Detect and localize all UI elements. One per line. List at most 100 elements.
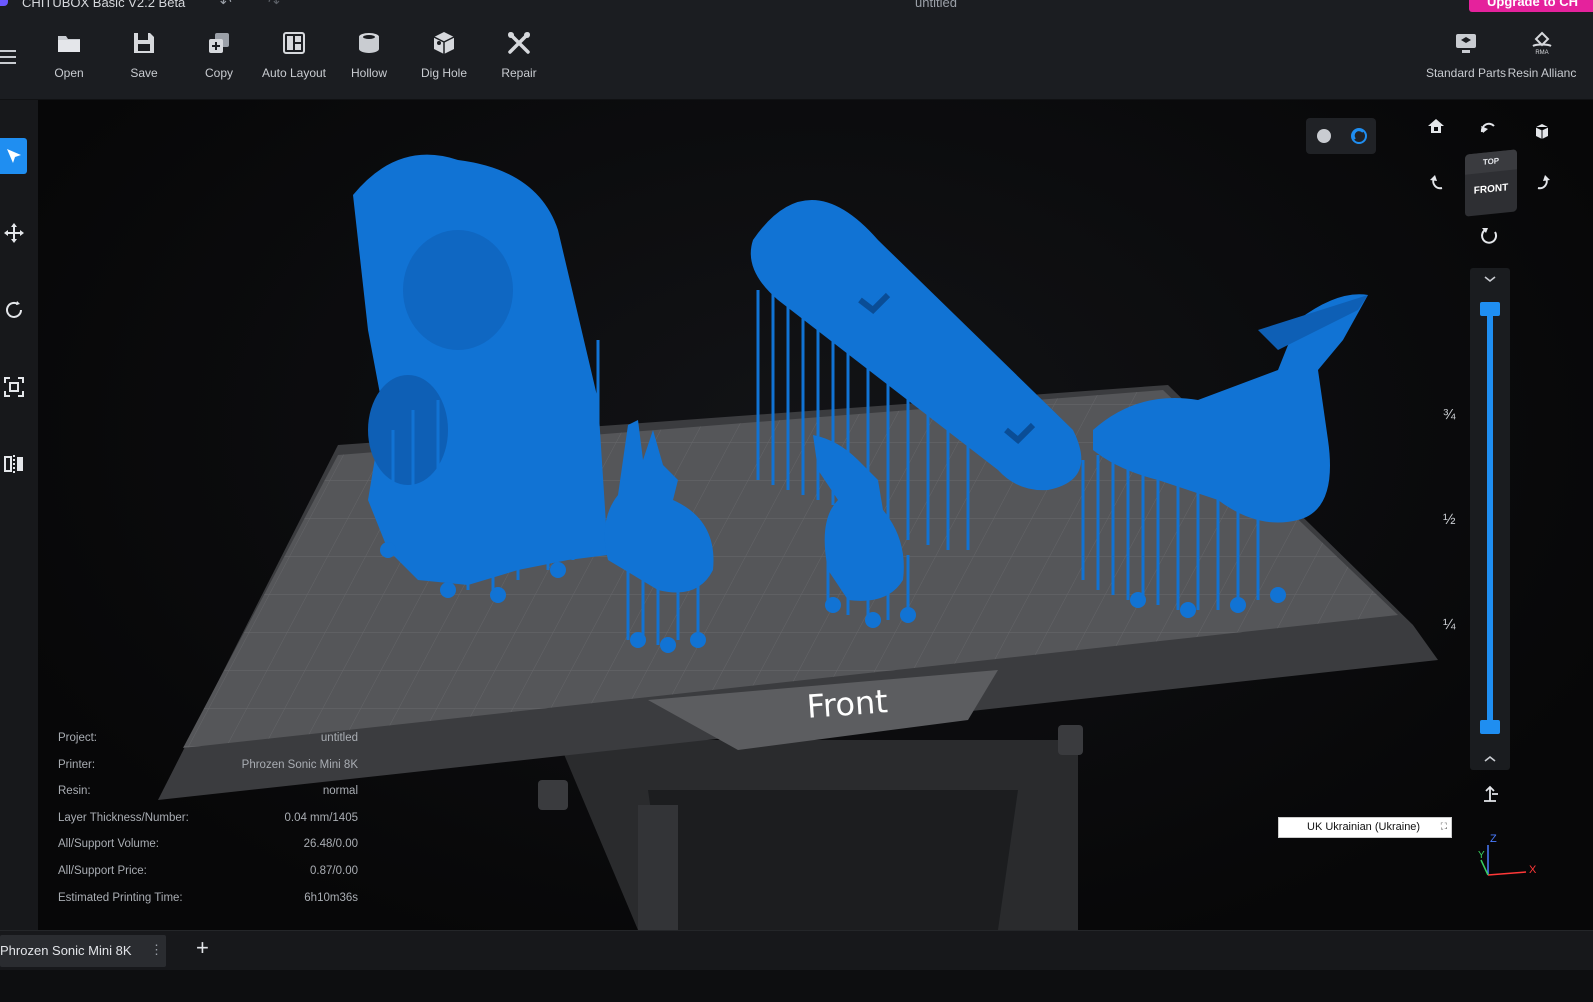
model-girl-figure[interactable] bbox=[353, 154, 608, 585]
upgrade-button[interactable]: Upgrade to CH bbox=[1469, 0, 1593, 12]
language-indicator[interactable]: UK Ukrainian (Ukraine) ⛶ bbox=[1278, 817, 1452, 838]
rotate-down-icon[interactable] bbox=[1480, 224, 1500, 244]
axis-gizmo: Z Y X bbox=[1478, 833, 1537, 876]
cursor-icon bbox=[6, 149, 21, 163]
info-row-printer: Printer: Phrozen Sonic Mini 8K bbox=[58, 759, 358, 786]
3d-viewport[interactable]: Front Z Y X TOP FRONT ¾ ½ ¼ Project: unt… bbox=[38, 100, 1593, 930]
language-label: UK Ukrainian (Ukraine) bbox=[1307, 821, 1421, 833]
printer-tab-label: Phrozen Sonic Mini 8K bbox=[0, 943, 132, 958]
save-label: Save bbox=[130, 66, 158, 80]
repair-icon bbox=[508, 32, 530, 54]
slider-mark-half: ½ bbox=[1443, 511, 1456, 528]
repair-label: Repair bbox=[501, 66, 537, 80]
save-button[interactable]: Save bbox=[107, 30, 181, 82]
chevron-up-icon[interactable] bbox=[1483, 754, 1497, 764]
home-view-icon[interactable] bbox=[1426, 116, 1446, 136]
open-button[interactable]: Open bbox=[32, 30, 106, 82]
move-icon bbox=[3, 223, 24, 243]
layer-height-icon[interactable] bbox=[1480, 784, 1500, 804]
auto-layout-label: Auto Layout bbox=[261, 66, 327, 80]
standard-parts-icon bbox=[1456, 34, 1476, 53]
info-key: All/Support Volume: bbox=[58, 838, 160, 851]
standard-parts-label: Standard Parts bbox=[1425, 66, 1507, 80]
info-key: Estimated Printing Time: bbox=[58, 891, 183, 904]
dig-hole-button[interactable]: Dig Hole bbox=[407, 30, 481, 82]
scale-icon bbox=[3, 377, 24, 397]
layer-top-handle[interactable] bbox=[1480, 302, 1500, 316]
info-key: Layer Thickness/Number: bbox=[58, 811, 189, 824]
app-logo-icon bbox=[0, 0, 8, 6]
mirror-icon bbox=[3, 455, 23, 473]
info-value: 6h10m36s bbox=[304, 891, 358, 904]
info-value: normal bbox=[322, 785, 358, 798]
mirror-tool[interactable] bbox=[0, 446, 27, 482]
auto-layout-button[interactable]: Auto Layout bbox=[257, 30, 331, 82]
copy-icon bbox=[209, 33, 229, 53]
axis-y-label: Y bbox=[1478, 850, 1485, 861]
select-tool[interactable] bbox=[0, 138, 27, 174]
layer-range-bar bbox=[1487, 308, 1493, 728]
info-value: untitled bbox=[320, 732, 358, 744]
axis-x-label: X bbox=[1529, 864, 1537, 876]
info-key: All/Support Price: bbox=[58, 864, 147, 877]
rotate-icon bbox=[5, 301, 22, 318]
render-mode-toggle bbox=[1306, 118, 1376, 154]
info-row-project: Project: untitled bbox=[58, 732, 358, 759]
rotate-left-icon[interactable] bbox=[1428, 172, 1448, 192]
xray-view-icon[interactable] bbox=[1350, 127, 1368, 145]
project-info-panel: Project: untitled Printer: Phrozen Sonic M… bbox=[58, 732, 358, 918]
info-value: 0.87/0.00 bbox=[310, 864, 358, 877]
slider-mark-three-quarters: ¾ bbox=[1443, 406, 1456, 423]
info-key: Project: bbox=[58, 732, 97, 744]
hollow-button[interactable]: Hollow bbox=[332, 30, 406, 82]
view-cube[interactable]: TOP FRONT bbox=[1465, 149, 1517, 217]
dig-hole-label: Dig Hole bbox=[420, 66, 468, 80]
scale-tool[interactable] bbox=[0, 369, 27, 405]
redo-icon[interactable]: ↷ bbox=[268, 0, 280, 11]
printer-tab[interactable]: Phrozen Sonic Mini 8K ⋮ bbox=[0, 935, 166, 967]
save-icon bbox=[134, 33, 154, 53]
status-bar bbox=[0, 970, 1593, 1002]
rotate-up-icon[interactable] bbox=[1478, 118, 1498, 138]
plate-front-label: Front bbox=[806, 682, 889, 726]
app-title: CHITUBOX Basic V2.2 Beta bbox=[22, 0, 186, 10]
copy-label: Copy bbox=[204, 66, 233, 80]
view-cube-front[interactable]: FRONT bbox=[1465, 169, 1517, 197]
more-options-icon[interactable]: ⋮ bbox=[150, 942, 163, 958]
dig-hole-icon bbox=[433, 32, 455, 54]
move-tool[interactable] bbox=[0, 215, 27, 251]
hamburger-menu-icon[interactable] bbox=[0, 50, 18, 66]
resin-alliance-icon: RMA bbox=[1532, 31, 1552, 56]
info-value: 0.04 mm/1405 bbox=[284, 811, 358, 824]
info-row-print-time: Estimated Printing Time: 6h10m36s bbox=[58, 892, 358, 919]
document-title: untitled bbox=[915, 0, 957, 10]
open-label: Open bbox=[54, 66, 84, 80]
info-row-volume: All/Support Volume: 26.48/0.00 bbox=[58, 838, 358, 865]
rotate-tool[interactable] bbox=[0, 292, 27, 328]
hollow-label: Hollow bbox=[350, 66, 387, 80]
solid-view-icon[interactable] bbox=[1315, 127, 1333, 145]
copy-button[interactable]: Copy bbox=[182, 30, 256, 82]
perspective-view-icon[interactable] bbox=[1532, 120, 1552, 140]
svg-text:RMA: RMA bbox=[1535, 50, 1548, 56]
resin-alliance-button[interactable]: RMA Resin Allianc bbox=[1502, 30, 1582, 82]
standard-parts-button[interactable]: Standard Parts bbox=[1423, 30, 1509, 82]
layer-slider[interactable] bbox=[1470, 268, 1510, 770]
expand-icon[interactable]: ⛶ bbox=[1441, 821, 1447, 832]
add-tab-button[interactable]: + bbox=[196, 935, 209, 961]
undo-icon[interactable]: ↶ bbox=[220, 0, 232, 11]
title-bar: CHITUBOX Basic V2.2 Beta ↶ ↷ untitled Up… bbox=[0, 0, 1593, 14]
rotate-right-icon[interactable] bbox=[1532, 172, 1552, 192]
info-key: Printer: bbox=[58, 758, 96, 771]
auto-layout-icon bbox=[283, 32, 305, 54]
left-toolbar bbox=[0, 100, 38, 930]
chevron-down-icon[interactable] bbox=[1483, 274, 1497, 284]
folder-icon bbox=[58, 36, 80, 52]
repair-button[interactable]: Repair bbox=[482, 30, 556, 82]
info-value: Phrozen Sonic Mini 8K bbox=[241, 758, 358, 771]
printer-base bbox=[538, 725, 1083, 930]
info-row-price: All/Support Price: 0.87/0.00 bbox=[58, 865, 358, 892]
layer-bottom-handle[interactable] bbox=[1480, 720, 1500, 734]
chitubox-window: CHITUBOX Basic V2.2 Beta ↶ ↷ untitled Up… bbox=[0, 0, 1593, 1002]
printer-tabs-bar: Phrozen Sonic Mini 8K ⋮ + bbox=[0, 930, 1593, 970]
